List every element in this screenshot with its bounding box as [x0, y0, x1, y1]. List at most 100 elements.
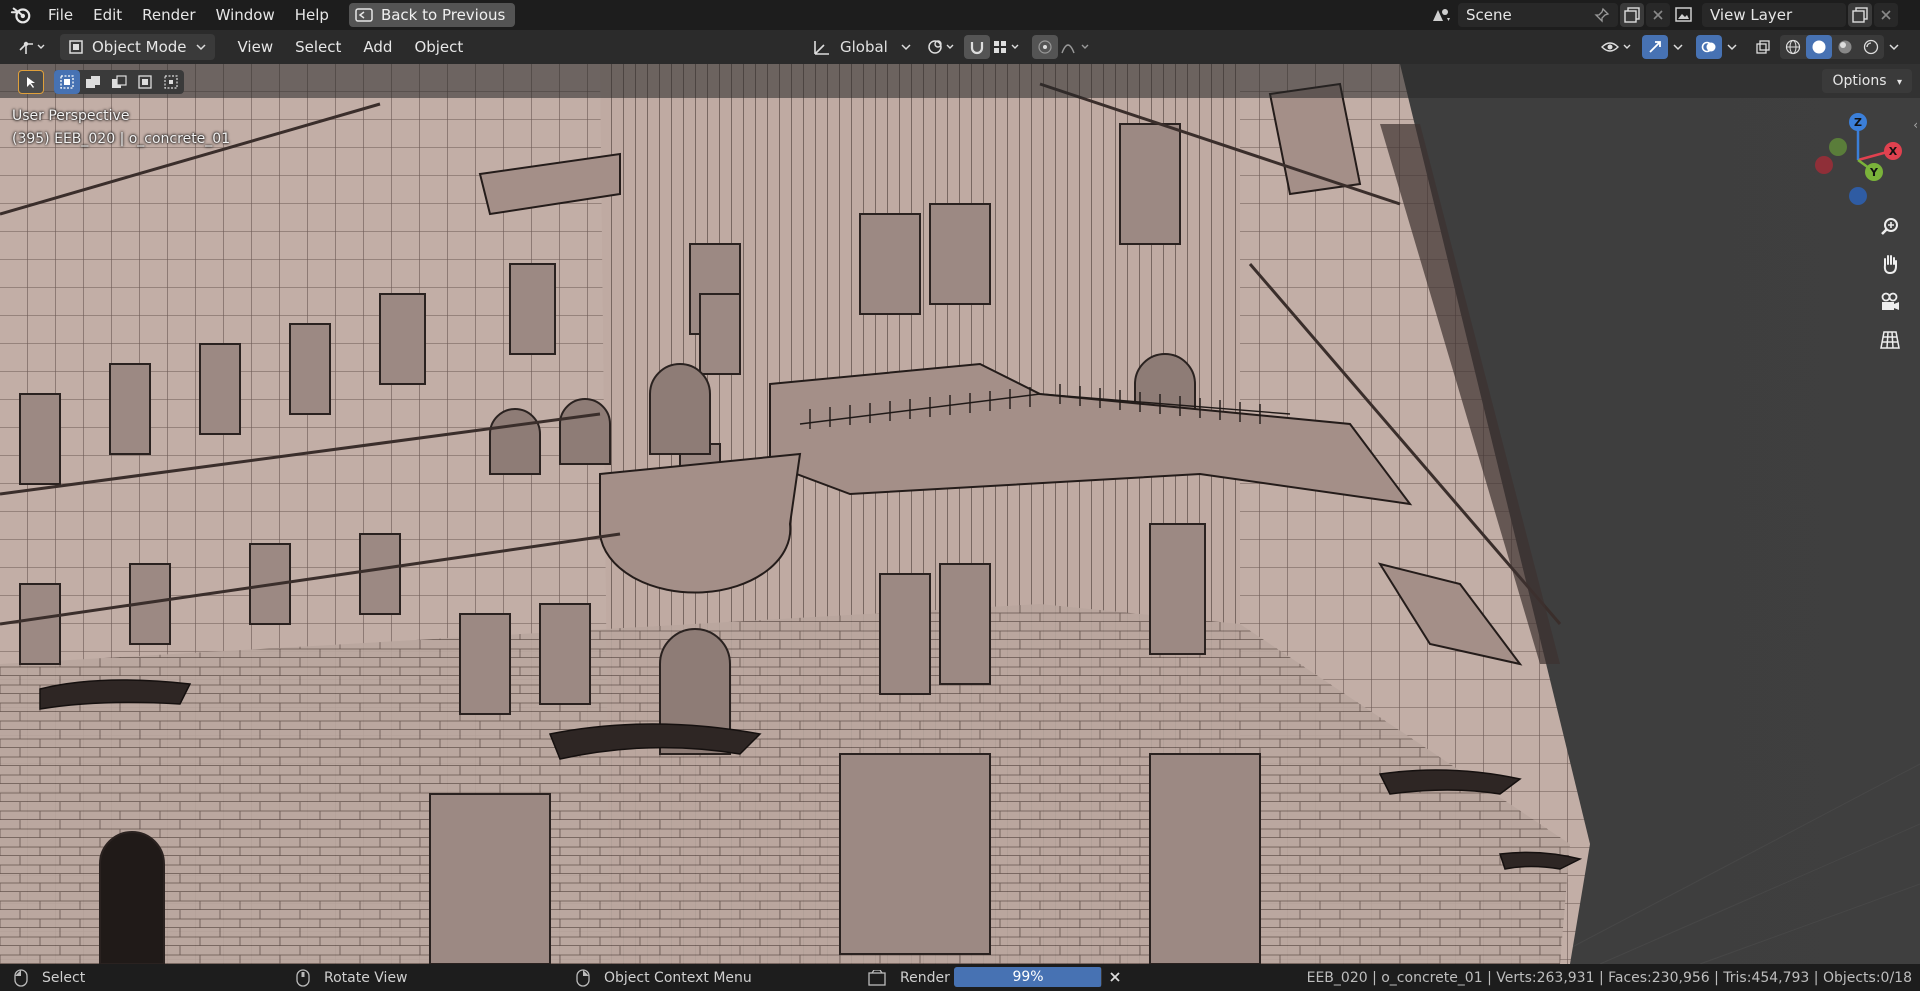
- selection-invert-button[interactable]: [132, 70, 158, 94]
- selection-new-button[interactable]: [54, 70, 80, 94]
- x-axis-label: X: [1889, 145, 1898, 158]
- menu-help[interactable]: Help: [285, 0, 339, 30]
- menu-edit[interactable]: Edit: [83, 0, 132, 30]
- sidebar-toggle-icon[interactable]: ‹: [1913, 118, 1918, 132]
- solid-shading-button[interactable]: [1806, 35, 1832, 59]
- neg-z-axis-handle[interactable]: [1849, 187, 1867, 205]
- new-view-layer-button[interactable]: [1848, 3, 1872, 27]
- shading-dropdown[interactable]: [1884, 35, 1904, 59]
- menu-window[interactable]: Window: [206, 0, 285, 30]
- chevron-down-icon: [1889, 44, 1899, 51]
- overlays-dropdown[interactable]: [1722, 35, 1742, 59]
- duplicate-icon: [1624, 7, 1640, 23]
- chevron-down-icon: ▾: [1896, 77, 1902, 88]
- rendered-shading-button[interactable]: [1858, 35, 1884, 59]
- cancel-render-button[interactable]: [1104, 966, 1126, 988]
- chevron-down-icon: [195, 44, 206, 51]
- header-menu-select[interactable]: Select: [284, 38, 352, 56]
- menu-file[interactable]: File: [38, 0, 83, 30]
- close-icon: [1653, 10, 1663, 20]
- rendered-sphere-icon: [1863, 39, 1879, 55]
- orientation-label: Global: [840, 38, 888, 56]
- grid-icon: [1880, 331, 1900, 349]
- close-icon: [1881, 10, 1891, 20]
- z-axis-label: Z: [1854, 116, 1862, 129]
- scene-browse-button[interactable]: [1428, 3, 1454, 27]
- selection-extend-button[interactable]: [80, 70, 106, 94]
- header-menu-object[interactable]: Object: [403, 38, 474, 56]
- blender-logo-icon[interactable]: [10, 4, 32, 26]
- status-context: Object Context Menu: [576, 968, 752, 987]
- back-to-previous-button[interactable]: Back to Previous: [348, 3, 516, 27]
- status-select-label: Select: [42, 969, 86, 986]
- gizmo-dropdown[interactable]: [1668, 35, 1688, 59]
- scene-name-field[interactable]: Scene: [1458, 3, 1618, 27]
- editor-type-button[interactable]: [12, 35, 50, 59]
- back-icon: [355, 8, 373, 22]
- pan-button[interactable]: [1874, 248, 1906, 280]
- proportional-icon: [1038, 40, 1052, 54]
- orientation-icon: [814, 41, 829, 55]
- perspective-label: User Perspective: [12, 108, 130, 124]
- zoom-button[interactable]: [1874, 211, 1906, 243]
- perspective-toggle-button[interactable]: [1874, 324, 1906, 356]
- status-select: Select: [14, 968, 86, 987]
- header-menu-add[interactable]: Add: [352, 38, 403, 56]
- delete-view-layer-button[interactable]: [1874, 3, 1898, 27]
- selection-intersect-button[interactable]: [158, 70, 184, 94]
- pivot-point-button[interactable]: [924, 35, 958, 59]
- zoom-icon: [1881, 218, 1898, 235]
- object-mode-dropdown[interactable]: Object Mode: [60, 34, 215, 60]
- wireframe-shading-button[interactable]: [1780, 35, 1806, 59]
- back-label: Back to Previous: [380, 6, 506, 24]
- snap-target-dropdown[interactable]: [990, 35, 1024, 59]
- material-sphere-icon: [1838, 40, 1852, 54]
- options-dropdown[interactable]: Options ▾: [1822, 69, 1912, 93]
- 3d-viewport-icon: [19, 41, 45, 54]
- options-label: Options: [1832, 73, 1887, 89]
- mouse-right-icon: [576, 968, 590, 987]
- object-info-label: (395) EEB_020 | o_concrete_01: [12, 131, 231, 147]
- mouse-middle-icon: [296, 968, 310, 987]
- navigation-gizmo[interactable]: X Z Y: [1808, 110, 1908, 210]
- proportional-falloff-dropdown[interactable]: [1058, 35, 1096, 59]
- close-icon: [1110, 972, 1120, 982]
- chevron-down-icon: [901, 44, 911, 51]
- chevron-down-icon: [1727, 44, 1737, 51]
- camera-view-button[interactable]: [1874, 286, 1906, 318]
- menu-render[interactable]: Render: [132, 0, 205, 30]
- wireframe-sphere-icon: [1785, 39, 1801, 55]
- gizmo-toggle[interactable]: [1642, 35, 1668, 59]
- select-extend-icon: [86, 76, 100, 88]
- mode-label: Object Mode: [92, 38, 187, 56]
- proportional-edit-toggle[interactable]: [1031, 35, 1058, 59]
- status-bar: Select Rotate View Object Context Menu R…: [0, 964, 1920, 991]
- select-subtract-icon: [112, 75, 127, 88]
- status-rotate-label: Rotate View: [324, 969, 408, 986]
- scene-name: Scene: [1466, 6, 1512, 24]
- snap-toggle[interactable]: [963, 35, 990, 59]
- selection-subtract-button[interactable]: [106, 70, 132, 94]
- select-tool-button[interactable]: [18, 70, 44, 94]
- view-layer-field[interactable]: View Layer: [1702, 3, 1846, 27]
- overlays-toggle[interactable]: [1696, 35, 1722, 59]
- pin-icon[interactable]: [1594, 7, 1610, 23]
- neg-x-axis-handle[interactable]: [1815, 156, 1833, 174]
- overlays-icon: [1701, 41, 1716, 53]
- solid-sphere-icon: [1812, 40, 1826, 54]
- delete-scene-button[interactable]: [1646, 3, 1670, 27]
- new-scene-button[interactable]: [1620, 3, 1644, 27]
- visibility-dropdown[interactable]: [1598, 35, 1636, 59]
- duplicate-icon: [1852, 7, 1868, 23]
- material-shading-button[interactable]: [1832, 35, 1858, 59]
- neg-y-axis-handle[interactable]: [1829, 138, 1847, 156]
- header-menu-view[interactable]: View: [227, 38, 285, 56]
- orientation-dropdown[interactable]: Global: [806, 34, 918, 60]
- render-progress-bar: 99%: [954, 967, 1102, 987]
- xray-toggle[interactable]: [1750, 35, 1776, 59]
- view-layer-browse-button[interactable]: [1672, 3, 1698, 27]
- pivot-icon: [928, 40, 954, 54]
- status-render-label: Render: [900, 969, 950, 986]
- 3d-viewport[interactable]: [0, 64, 1920, 964]
- selection-mode-group: [54, 70, 184, 94]
